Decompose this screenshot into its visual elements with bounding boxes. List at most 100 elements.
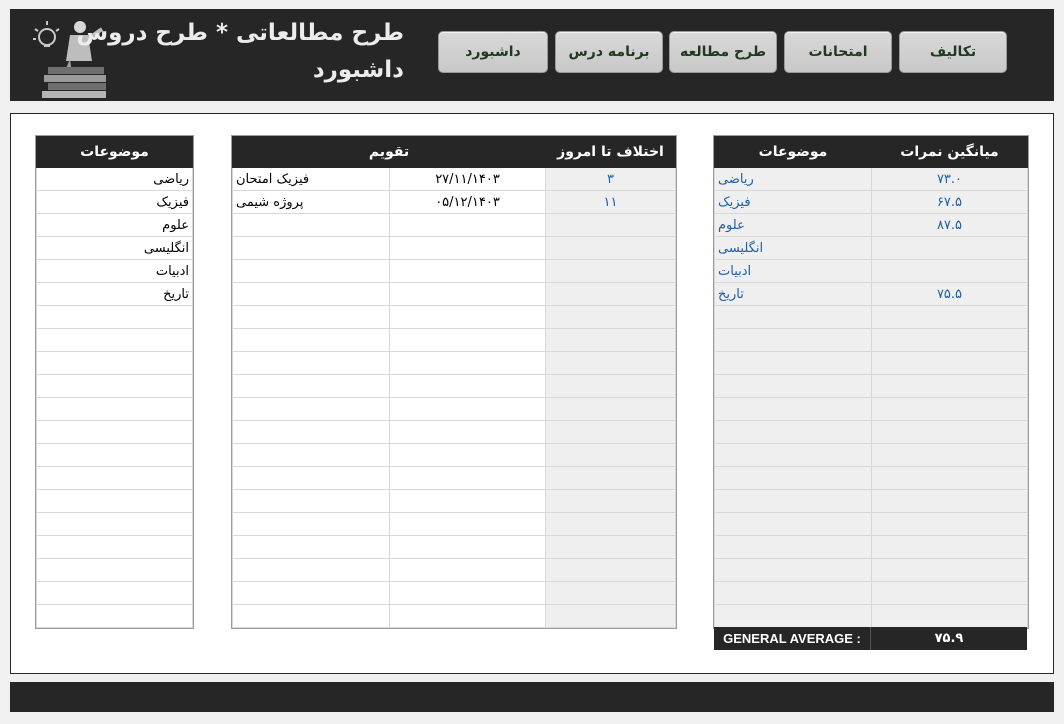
table-row (36, 305, 193, 329)
page-title: طرح مطالعاتی * طرح دروس داشبورد (76, 15, 404, 89)
event-cell[interactable] (231, 397, 391, 421)
date-cell[interactable] (389, 535, 547, 559)
date-cell[interactable] (389, 305, 547, 329)
event-cell[interactable] (231, 512, 391, 536)
table-row (36, 420, 193, 444)
average-cell (871, 489, 1028, 513)
table-row (231, 213, 677, 237)
event-cell[interactable] (231, 489, 391, 513)
date-cell[interactable] (389, 604, 547, 628)
event-cell[interactable] (231, 328, 391, 352)
subject-cell[interactable]: ادبیات (36, 259, 193, 283)
event-cell[interactable] (231, 236, 391, 260)
date-cell[interactable] (389, 259, 547, 283)
subject-cell[interactable]: ریاضی (36, 167, 193, 191)
nav-dashboard-button[interactable]: داشبورد (438, 31, 548, 73)
days-diff-cell (545, 443, 677, 467)
table-row: ۷۵.۵ تاریخ (714, 282, 1028, 306)
subject-cell[interactable]: علوم (36, 213, 193, 237)
grade-subject-cell: علوم (714, 213, 872, 237)
table-row (231, 512, 677, 536)
date-cell[interactable] (389, 443, 547, 467)
event-cell[interactable] (231, 604, 391, 628)
nav-study-plan-button[interactable]: طرح مطالعه (669, 31, 777, 73)
date-cell[interactable] (389, 213, 547, 237)
date-cell[interactable]: ۲۷/۱۱/۱۴۰۳ (389, 167, 547, 191)
days-diff-cell (545, 305, 677, 329)
table-row (231, 328, 677, 352)
days-diff-cell (545, 512, 677, 536)
event-cell[interactable] (231, 558, 391, 582)
table-row (36, 489, 193, 513)
subject-cell[interactable] (36, 397, 193, 421)
subject-cell[interactable] (36, 489, 193, 513)
date-cell[interactable] (389, 282, 547, 306)
subject-cell[interactable] (36, 466, 193, 490)
subject-cell[interactable] (36, 351, 193, 375)
date-cell[interactable] (389, 328, 547, 352)
event-cell[interactable]: پروژه شیمی (231, 190, 391, 214)
table-row (714, 305, 1028, 329)
subject-cell[interactable] (36, 512, 193, 536)
date-cell[interactable] (389, 512, 547, 536)
event-cell[interactable] (231, 305, 391, 329)
average-cell (871, 443, 1028, 467)
date-cell[interactable] (389, 420, 547, 444)
subject-cell[interactable] (36, 535, 193, 559)
table-row (36, 535, 193, 559)
average-cell (871, 558, 1028, 582)
date-cell[interactable] (389, 581, 547, 605)
average-cell (871, 581, 1028, 605)
table-row: ۸۷.۵ علوم (714, 213, 1028, 237)
subject-cell[interactable] (36, 443, 193, 467)
average-cell (871, 259, 1028, 283)
average-cell (871, 512, 1028, 536)
date-cell[interactable] (389, 489, 547, 513)
event-cell[interactable] (231, 213, 391, 237)
days-diff-cell: ۱۱ (545, 190, 677, 214)
date-cell[interactable] (389, 374, 547, 398)
average-cell: ۶۷.۵ (871, 190, 1028, 214)
date-cell[interactable] (389, 236, 547, 260)
page-title-line1: طرح مطالعاتی * طرح دروس (76, 20, 404, 46)
event-cell[interactable] (231, 420, 391, 444)
date-cell[interactable] (389, 466, 547, 490)
date-cell[interactable] (389, 397, 547, 421)
general-average-label: GENERAL AVERAGE : (714, 627, 871, 650)
average-cell (871, 305, 1028, 329)
date-cell[interactable] (389, 351, 547, 375)
subject-cell[interactable] (36, 420, 193, 444)
subject-cell[interactable] (36, 581, 193, 605)
subject-cell[interactable]: فیزیک (36, 190, 193, 214)
subject-cell[interactable] (36, 558, 193, 582)
table-row: تاریخ (36, 282, 193, 306)
event-cell[interactable] (231, 535, 391, 559)
average-cell: ۷۵.۵ (871, 282, 1028, 306)
table-row (36, 374, 193, 398)
days-diff-cell (545, 581, 677, 605)
event-cell[interactable] (231, 466, 391, 490)
subject-cell[interactable]: انگلیسی (36, 236, 193, 260)
event-cell[interactable]: فیزیک امتحان (231, 167, 391, 191)
nav-assignments-button[interactable]: تکالیف (899, 31, 1007, 73)
subject-cell[interactable] (36, 374, 193, 398)
grade-subject-cell (714, 604, 872, 628)
nav-class-schedule-button[interactable]: برنامه درس (555, 31, 663, 73)
event-cell[interactable] (231, 282, 391, 306)
table-row (714, 604, 1028, 628)
event-cell[interactable] (231, 351, 391, 375)
event-cell[interactable] (231, 259, 391, 283)
subject-cell[interactable] (36, 604, 193, 628)
table-row (714, 397, 1028, 421)
date-cell[interactable]: ۰۵/۱۲/۱۴۰۳ (389, 190, 547, 214)
event-cell[interactable] (231, 374, 391, 398)
grade-subject-cell (714, 535, 872, 559)
date-cell[interactable] (389, 558, 547, 582)
event-cell[interactable] (231, 443, 391, 467)
subject-cell[interactable]: تاریخ (36, 282, 193, 306)
subject-cell[interactable] (36, 328, 193, 352)
days-diff-cell (545, 282, 677, 306)
event-cell[interactable] (231, 581, 391, 605)
nav-exams-button[interactable]: امتحانات (784, 31, 892, 73)
subject-cell[interactable] (36, 305, 193, 329)
